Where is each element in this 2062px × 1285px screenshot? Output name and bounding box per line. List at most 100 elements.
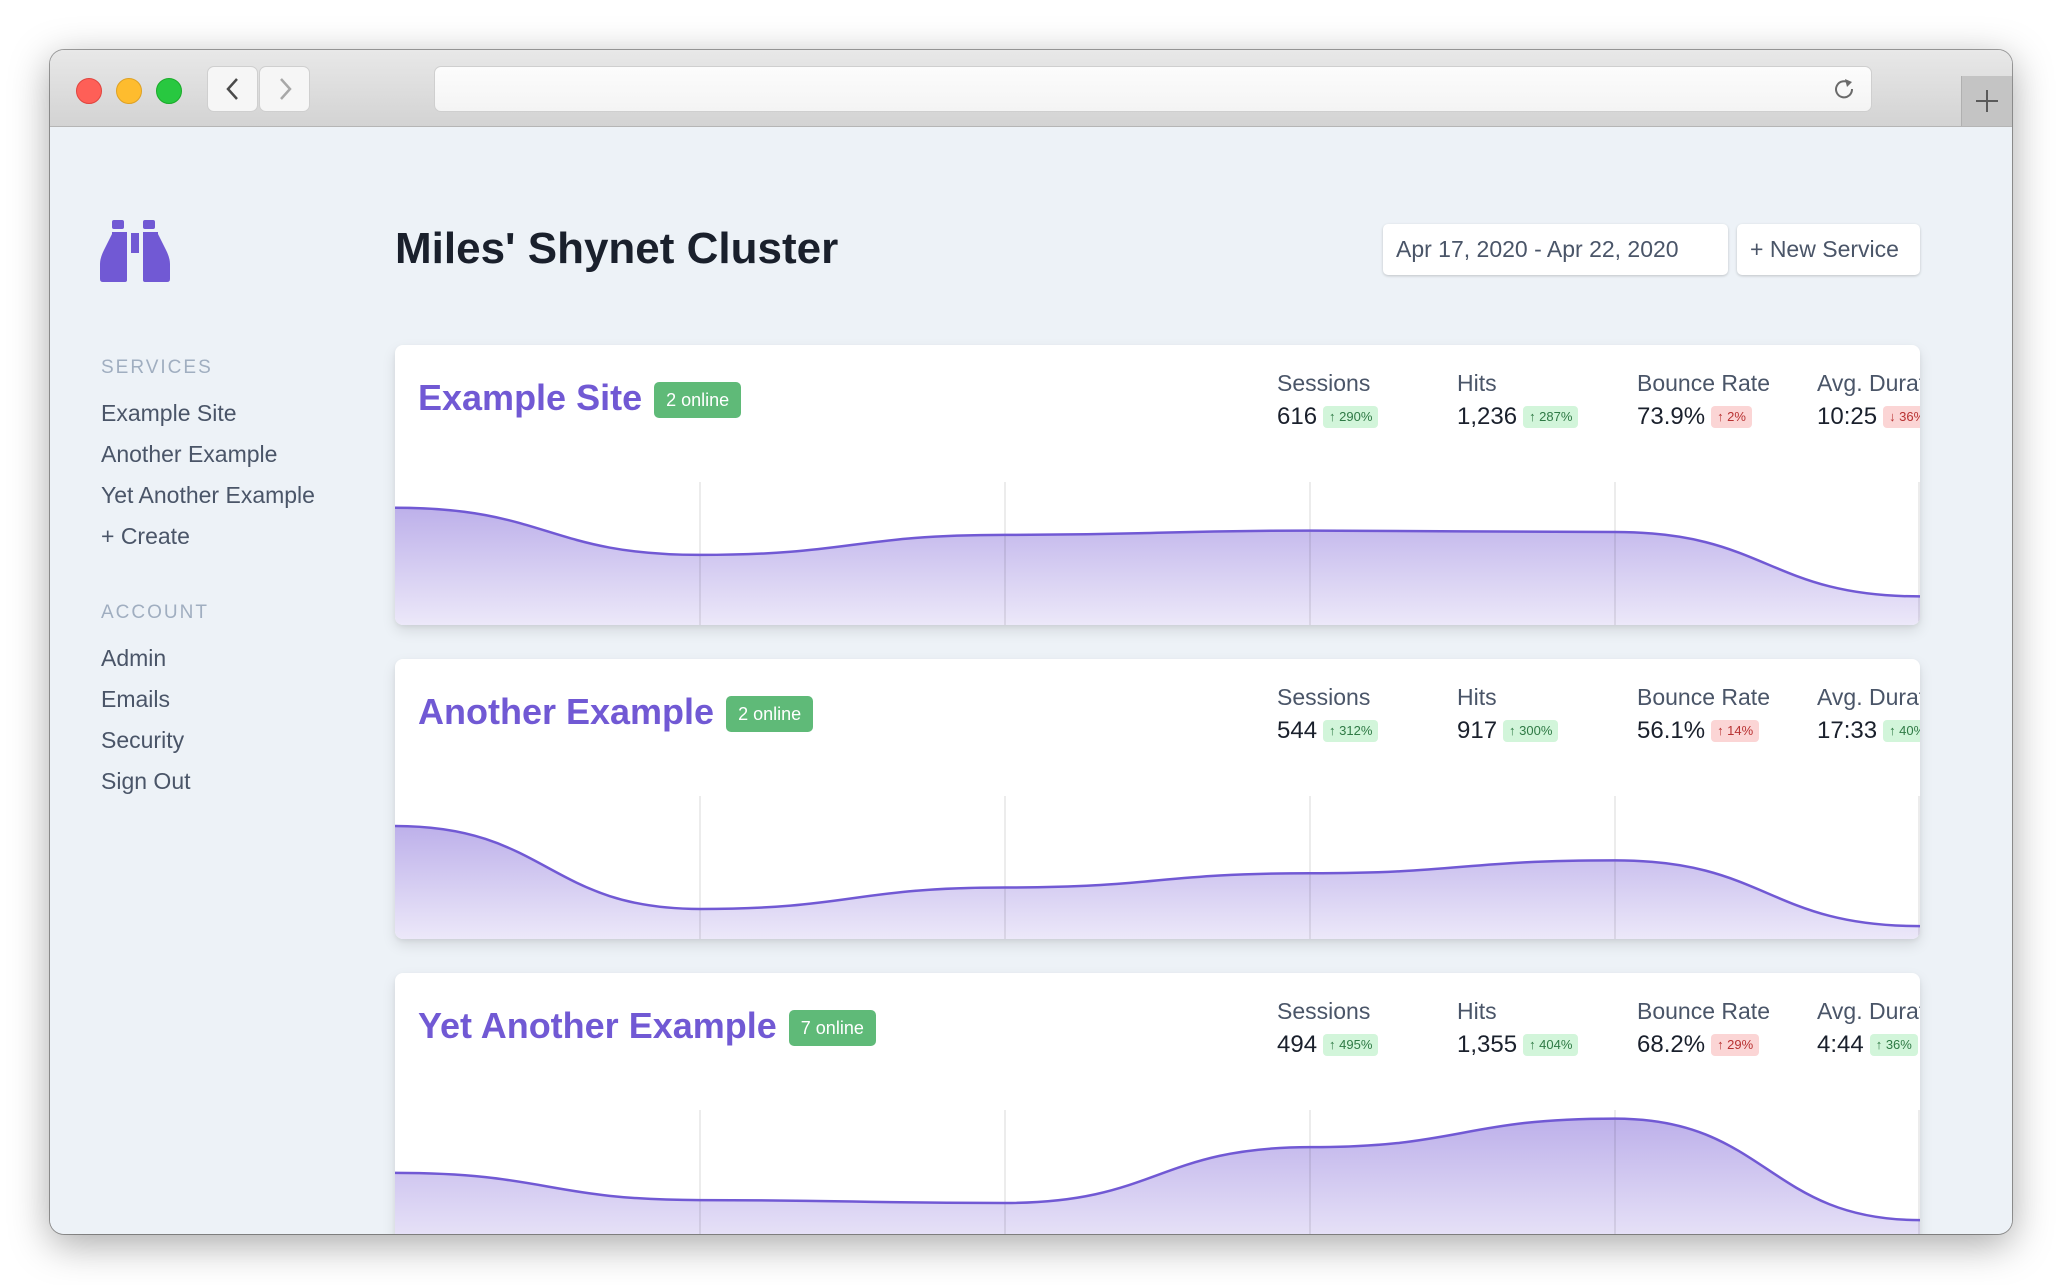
sidebar-item-admin[interactable]: Admin bbox=[101, 638, 209, 679]
chart-point[interactable] bbox=[999, 529, 1011, 541]
sidebar-item-create[interactable]: + Create bbox=[101, 516, 315, 557]
stat-value-row: 1,236 ↑ 287% bbox=[1457, 401, 1579, 433]
chart-point[interactable] bbox=[694, 903, 706, 915]
stat-avg-duration: Avg. Duration 10:25↓ 36% bbox=[1817, 367, 1920, 433]
service-card-3[interactable]: Yet Another Example 7 online Sessions 494… bbox=[395, 973, 1920, 1234]
page-content: Services Example Site Another Example Ye… bbox=[50, 127, 2012, 1234]
delta-badge: ↑ 290% bbox=[1323, 406, 1379, 428]
stat-value: 73.9% bbox=[1637, 403, 1706, 430]
sessions-chart bbox=[395, 796, 1920, 939]
stat-hits: Hits 1,355 ↑ 404% bbox=[1457, 995, 1579, 1061]
delta-badge: ↑ 14% bbox=[1711, 720, 1760, 742]
address-bar[interactable] bbox=[434, 66, 1872, 112]
sessions-chart bbox=[395, 1110, 1920, 1234]
stat-value: 544 bbox=[1277, 717, 1318, 744]
stat-label: Bounce Rate bbox=[1637, 684, 1770, 710]
back-button[interactable] bbox=[207, 66, 258, 112]
delta-badge: ↑ 312% bbox=[1323, 720, 1379, 742]
stat-sessions: Sessions 616 ↑ 290% bbox=[1277, 367, 1379, 433]
stat-label: Hits bbox=[1457, 370, 1497, 396]
service-card-2[interactable]: Another Example 2 online Sessions 544 ↑ 31… bbox=[395, 659, 1920, 939]
delta-badge: ↑ 404% bbox=[1523, 1034, 1579, 1056]
sessions-chart bbox=[395, 482, 1920, 625]
sidebar-item-yet-another-example[interactable]: Yet Another Example bbox=[101, 475, 315, 516]
binoculars-icon[interactable] bbox=[100, 220, 170, 282]
service-name[interactable]: Example Site bbox=[418, 375, 642, 421]
stat-value: 56.1% bbox=[1637, 717, 1706, 744]
reload-icon[interactable] bbox=[1831, 76, 1857, 102]
chart-point[interactable] bbox=[694, 1194, 706, 1206]
chart-point[interactable] bbox=[1304, 525, 1316, 537]
maximize-window-button[interactable] bbox=[156, 78, 182, 104]
chart-point[interactable] bbox=[694, 549, 706, 561]
sidebar-item-security[interactable]: Security bbox=[101, 720, 209, 761]
stat-hits: Hits 917 ↑ 300% bbox=[1457, 681, 1559, 747]
stat-label: Avg. Duration bbox=[1817, 998, 1920, 1024]
stat-label: Avg. Duration bbox=[1817, 370, 1920, 396]
page-title: Miles' Shynet Cluster bbox=[395, 224, 839, 273]
services-nav: Services Example Site Another Example Ye… bbox=[101, 356, 315, 557]
chart-point[interactable] bbox=[1609, 854, 1621, 866]
chart-point[interactable] bbox=[1609, 1113, 1621, 1125]
stat-value: 616 bbox=[1277, 403, 1318, 430]
stat-value-row: 494 ↑ 495% bbox=[1277, 1029, 1379, 1061]
stat-value: 4:44 bbox=[1817, 1031, 1864, 1058]
delta-badge: ↑ 2% bbox=[1711, 406, 1752, 428]
stat-label: Bounce Rate bbox=[1637, 370, 1770, 396]
forward-button[interactable] bbox=[259, 66, 310, 112]
sidebar-item-example-site[interactable]: Example Site bbox=[101, 393, 315, 434]
chart-point[interactable] bbox=[999, 1197, 1011, 1209]
plus-icon bbox=[1976, 90, 1998, 112]
stat-label: Sessions bbox=[1277, 998, 1371, 1024]
stat-value: 10:25 bbox=[1817, 403, 1878, 430]
stat-label: Hits bbox=[1457, 684, 1497, 710]
card-header: Another Example 2 online bbox=[418, 689, 814, 735]
stat-value-row: 73.9% ↑ 2% bbox=[1637, 401, 1770, 433]
stat-value-row: 544 ↑ 312% bbox=[1277, 715, 1379, 747]
chart-area bbox=[395, 826, 1920, 939]
date-range-picker[interactable]: Apr 17, 2020 - Apr 22, 2020 bbox=[1383, 224, 1728, 275]
service-name[interactable]: Another Example bbox=[418, 689, 714, 735]
stat-bounce-rate: Bounce Rate 73.9% ↑ 2% bbox=[1637, 367, 1770, 433]
stat-value: 494 bbox=[1277, 1031, 1318, 1058]
chart-point[interactable] bbox=[1609, 526, 1621, 538]
stat-value-row: 4:44 ↑ 36% bbox=[1817, 1029, 1920, 1061]
stat-avg-duration: Avg. Duration 17:33↑ 40% bbox=[1817, 681, 1920, 747]
new-service-button[interactable]: + New Service bbox=[1737, 224, 1920, 275]
delta-badge: ↑ 40% bbox=[1883, 720, 1920, 742]
stat-bounce-rate: Bounce Rate 68.2% ↑ 29% bbox=[1637, 995, 1770, 1061]
stat-bounce-rate: Bounce Rate 56.1% ↑ 14% bbox=[1637, 681, 1770, 747]
service-card-1[interactable]: Example Site 2 online Sessions 616 ↑ 290% H… bbox=[395, 345, 1920, 625]
stat-value-row: 1,355 ↑ 404% bbox=[1457, 1029, 1579, 1061]
delta-badge: ↑ 36% bbox=[1869, 1034, 1918, 1056]
service-name[interactable]: Yet Another Example bbox=[418, 1003, 777, 1049]
stat-value-row: 56.1% ↑ 14% bbox=[1637, 715, 1770, 747]
delta-badge: ↓ 36% bbox=[1883, 406, 1920, 428]
card-header: Example Site 2 online bbox=[418, 375, 742, 421]
close-window-button[interactable] bbox=[76, 78, 102, 104]
chart-point[interactable] bbox=[1304, 1141, 1316, 1153]
chevron-left-icon bbox=[225, 78, 238, 100]
stat-label: Avg. Duration bbox=[1817, 684, 1920, 710]
minimize-window-button[interactable] bbox=[116, 78, 142, 104]
delta-badge: ↑ 287% bbox=[1523, 406, 1579, 428]
stat-sessions: Sessions 544 ↑ 312% bbox=[1277, 681, 1379, 747]
sidebar-item-another-example[interactable]: Another Example bbox=[101, 434, 315, 475]
delta-badge: ↑ 300% bbox=[1503, 720, 1559, 742]
stat-value-row: 616 ↑ 290% bbox=[1277, 401, 1379, 433]
browser-titlebar bbox=[50, 50, 2012, 127]
online-badge: 7 online bbox=[788, 1010, 876, 1046]
account-nav: Account Admin Emails Security Sign Out bbox=[101, 601, 209, 802]
stat-hits: Hits 1,236 ↑ 287% bbox=[1457, 367, 1579, 433]
sidebar-item-sign-out[interactable]: Sign Out bbox=[101, 761, 209, 802]
sidebar-item-emails[interactable]: Emails bbox=[101, 679, 209, 720]
chart-point[interactable] bbox=[999, 882, 1011, 894]
stat-value-row: 10:25↓ 36% bbox=[1817, 401, 1920, 433]
chart-point[interactable] bbox=[1304, 867, 1316, 879]
stat-sessions: Sessions 494 ↑ 495% bbox=[1277, 995, 1379, 1061]
online-badge: 2 online bbox=[726, 696, 814, 732]
browser-window: Services Example Site Another Example Ye… bbox=[50, 50, 2012, 1234]
stat-label: Hits bbox=[1457, 998, 1497, 1024]
stat-value-row: 917 ↑ 300% bbox=[1457, 715, 1559, 747]
new-tab-button[interactable] bbox=[1961, 76, 2012, 126]
